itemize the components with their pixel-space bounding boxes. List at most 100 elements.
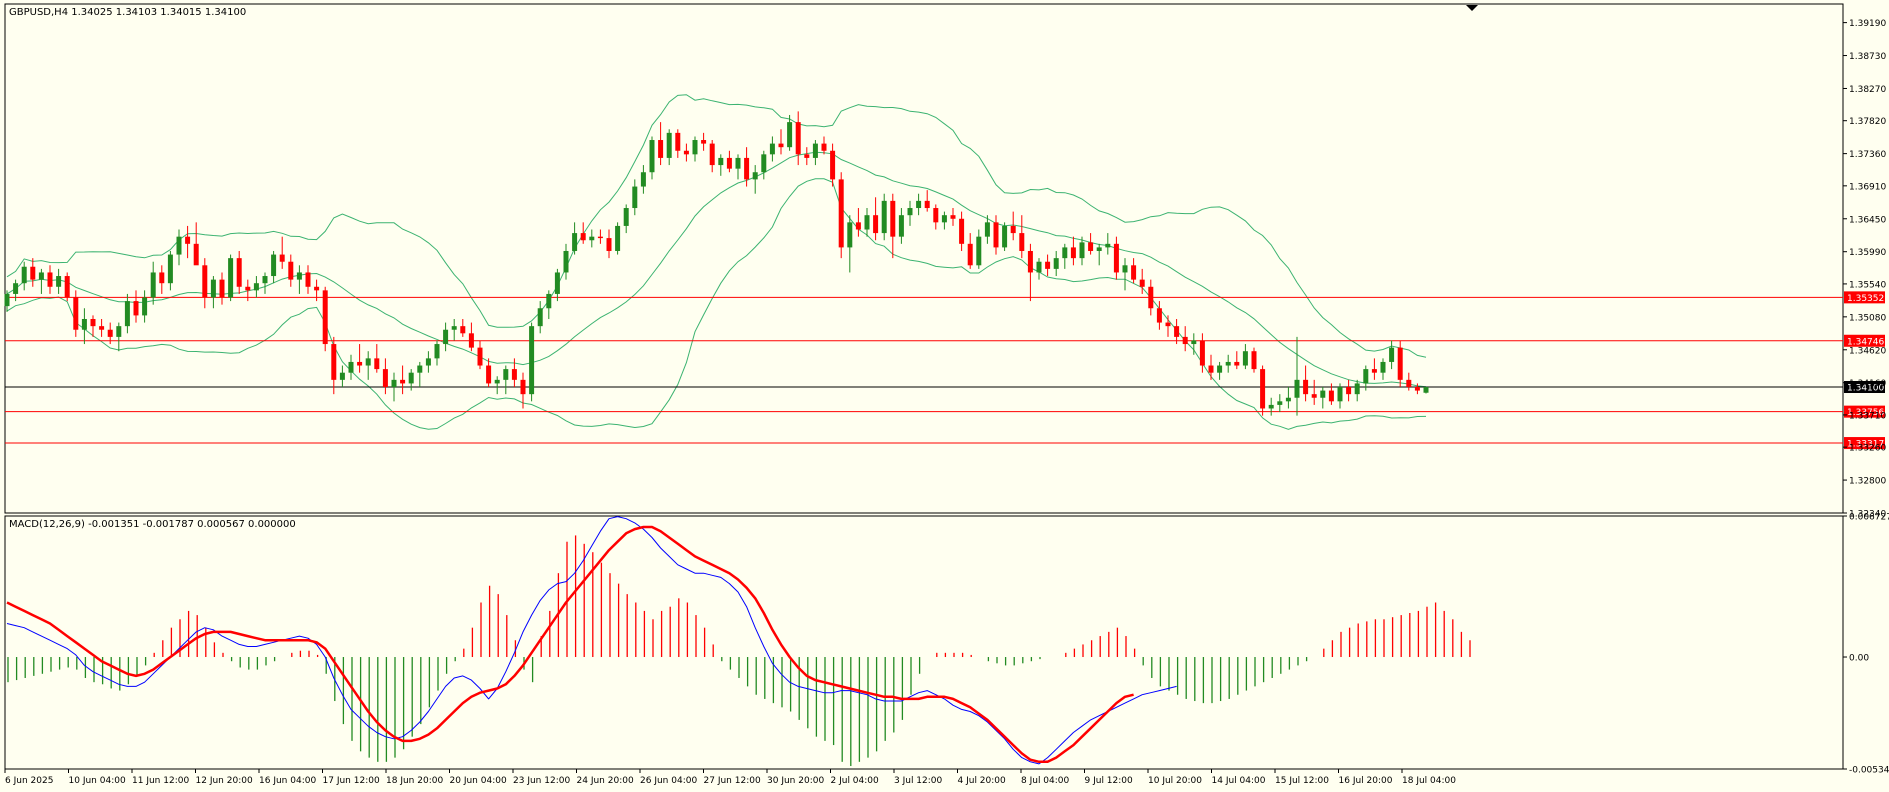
candle-body (1225, 361, 1231, 366)
candle-body (683, 150, 689, 155)
candle-body (1251, 351, 1257, 370)
candle-body (950, 215, 956, 219)
candle-body (73, 297, 79, 330)
candle-body (1088, 242, 1094, 251)
candle-body (486, 365, 492, 384)
candle-body (56, 276, 62, 287)
candle-body (236, 258, 242, 287)
candle-body (1079, 242, 1085, 259)
time-tick-label: 27 Jun 12:00 (704, 776, 761, 786)
candle-body (838, 179, 844, 248)
candle-body (761, 154, 767, 173)
chart-background (0, 0, 1889, 792)
candle-body (331, 344, 337, 380)
candle-body (116, 326, 122, 337)
candle-body (1346, 387, 1352, 395)
price-tick-label: 1.32800 (1849, 477, 1886, 487)
candle-body (615, 225, 621, 251)
candle-body (1414, 387, 1420, 391)
candle-body (1019, 233, 1025, 251)
time-tick-label: 2 Jul 04:00 (831, 776, 880, 786)
candle-body (1165, 322, 1171, 327)
candle-body (1260, 369, 1266, 409)
candle-body (1406, 379, 1412, 388)
candle-body (812, 143, 818, 158)
candle-body (1380, 361, 1386, 373)
candle-body (1010, 225, 1016, 234)
candle-body (597, 236, 603, 239)
time-tick-label: 26 Jun 04:00 (640, 776, 697, 786)
candle-body (124, 301, 130, 327)
candle-body (1182, 336, 1188, 345)
candle-body (890, 200, 896, 237)
candle-body (873, 215, 879, 234)
candle-body (563, 250, 569, 273)
candle-body (99, 326, 105, 330)
time-tick-label: 4 Jul 20:00 (958, 776, 1007, 786)
price-tick-label: 1.34620 (1849, 346, 1886, 356)
candle-body (460, 326, 466, 334)
time-tick-label: 18 Jun 20:00 (386, 776, 443, 786)
trading-chart[interactable]: 1.353521.347461.337561.333171.34100 1.39… (0, 0, 1889, 792)
candle-body (434, 344, 440, 359)
price-tick-label: 1.39190 (1849, 19, 1886, 29)
candle-body (1113, 243, 1119, 273)
candle-body (1277, 401, 1283, 405)
candle-body (494, 379, 500, 384)
candle-body (537, 308, 543, 327)
candle-body (451, 326, 457, 330)
candle-body (1027, 250, 1033, 273)
candle-body (253, 283, 259, 291)
candle-body (1036, 261, 1042, 273)
candle-body (193, 243, 199, 266)
candle-body (425, 358, 431, 366)
candle-body (744, 157, 750, 180)
candle-body (90, 318, 96, 327)
candle-body (1191, 340, 1197, 345)
candle-body (1311, 394, 1317, 398)
candle-body (357, 361, 363, 366)
candle-body (81, 318, 87, 330)
candle-body (554, 272, 560, 294)
candle-body (718, 157, 724, 166)
candle-body (632, 186, 638, 209)
candle-body (1070, 247, 1076, 259)
candle-body (1156, 308, 1162, 323)
candle-body (726, 157, 732, 169)
candle-body (1328, 390, 1334, 402)
chart-header: GBPUSD,H4 1.34025 1.34103 1.34015 1.3410… (9, 7, 246, 18)
candle-body (1268, 404, 1274, 409)
price-tick-label: 1.37820 (1849, 117, 1886, 127)
price-tick-label: 1.38730 (1849, 52, 1886, 62)
candle-body (1389, 347, 1395, 362)
candle-body (271, 254, 277, 277)
candle-body (314, 286, 320, 291)
candle-body (520, 379, 526, 395)
price-tick-label: 1.35540 (1849, 280, 1886, 290)
macd-header: MACD(12,26,9) -0.001351 -0.001787 0.0005… (9, 519, 296, 530)
candle-body (881, 200, 887, 234)
candle-body (1303, 379, 1309, 395)
candle-body (21, 266, 27, 284)
candle-body (511, 369, 517, 380)
candle-body (322, 290, 328, 345)
candle-body (1320, 390, 1326, 398)
candle-body (296, 272, 302, 280)
time-tick-label: 16 Jul 20:00 (1339, 776, 1393, 786)
candle-body (288, 261, 294, 280)
candle-body (477, 347, 483, 366)
candle-body (159, 272, 165, 284)
candle-body (262, 276, 268, 284)
candle-body (150, 272, 156, 298)
candle-body (898, 215, 904, 237)
time-tick-label: 8 Jul 04:00 (1021, 776, 1070, 786)
candle-body (107, 329, 113, 337)
time-tick-label: 17 Jun 12:00 (323, 776, 380, 786)
candle-body (572, 233, 578, 251)
candle-body (606, 238, 612, 251)
candle-body (701, 140, 707, 144)
candle-body (976, 236, 982, 266)
candle-body (658, 140, 664, 158)
candle-body (778, 143, 784, 148)
candle-body (1174, 326, 1180, 337)
